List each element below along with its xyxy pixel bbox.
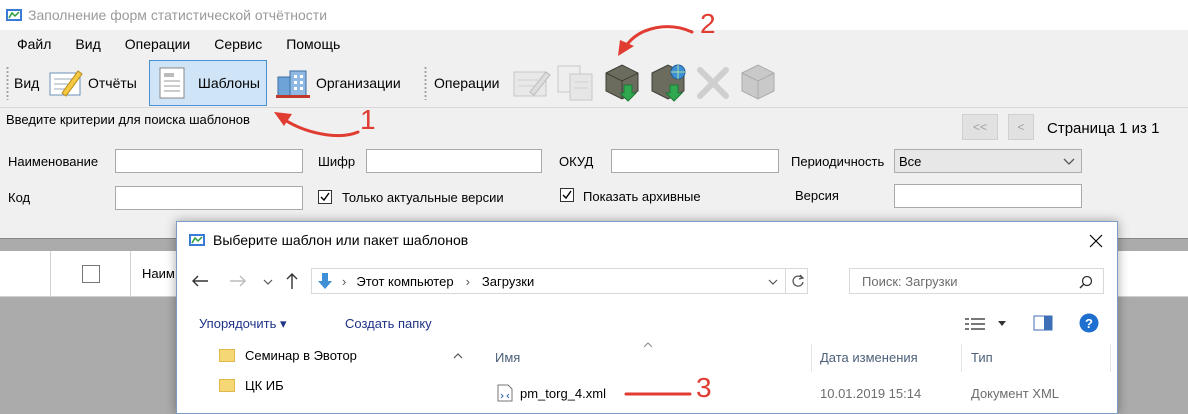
annotation-1: 1 [360, 104, 376, 135]
annotation-3: 3 [696, 372, 712, 403]
annotation-arrows [274, 25, 694, 396]
annotation-2: 2 [700, 8, 716, 39]
